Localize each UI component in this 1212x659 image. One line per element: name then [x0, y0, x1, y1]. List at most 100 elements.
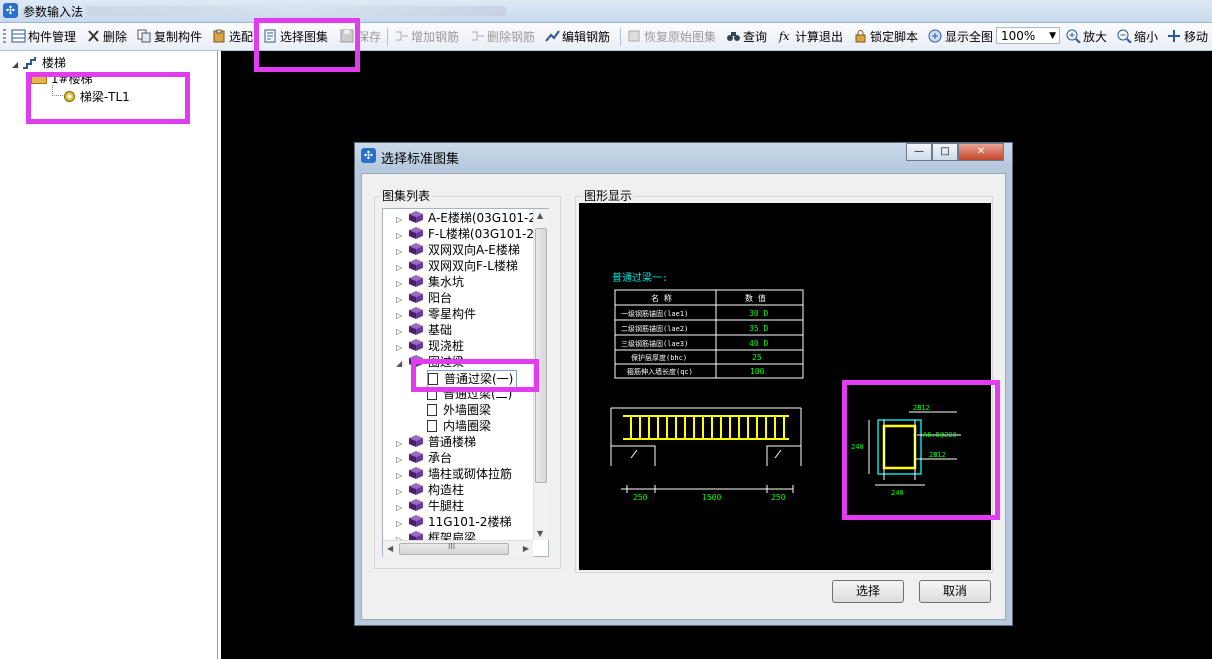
scroll-down-icon[interactable]: ▼: [537, 529, 543, 538]
book-icon: [408, 211, 424, 223]
add-rebar-icon: [394, 29, 409, 43]
delete-rebar-button[interactable]: 删除钢筋: [470, 28, 535, 46]
delete-button[interactable]: 删除: [86, 28, 127, 46]
scroll-up-icon[interactable]: ▲: [537, 211, 543, 220]
book-icon: [408, 499, 424, 511]
query-button[interactable]: 查询: [726, 28, 767, 46]
edit-rebar-button[interactable]: 编辑钢筋: [545, 28, 610, 46]
list-item[interactable]: ▷ 现浇桩: [383, 338, 464, 354]
blurred-path: [86, 6, 506, 16]
table-header: 数 值: [745, 293, 766, 303]
scroll-thumb[interactable]: III: [399, 542, 509, 555]
book-icon: [408, 323, 424, 335]
list-item[interactable]: ▷ 11G101-2楼梯: [383, 514, 511, 530]
table-cell: 保护层厚度(bhc): [631, 353, 687, 362]
list-item[interactable]: ▷ 普通楼梯: [383, 434, 476, 450]
list-item[interactable]: ▷ F-L楼梯(03G101-2): [383, 226, 539, 242]
book-icon: [408, 467, 424, 479]
list-item[interactable]: ▷ 双网双向F-L楼梯: [383, 258, 518, 274]
component-manage-button[interactable]: 构件管理: [11, 28, 76, 46]
scroll-left-icon[interactable]: ◀: [387, 544, 393, 553]
copy-icon: [137, 29, 152, 43]
tree-root-stairs[interactable]: ◢ 楼梯: [12, 54, 66, 71]
highlight-list-selection: [411, 359, 539, 392]
list-item[interactable]: ▷ 墙柱或砌体拉筋: [383, 466, 512, 482]
book-icon: [408, 451, 424, 463]
move-icon: [1167, 29, 1182, 43]
book-icon: [408, 275, 424, 287]
stairs-icon: [22, 56, 38, 69]
lock-script-button[interactable]: 锁定脚本: [853, 28, 918, 46]
zoom-in-icon: [1066, 29, 1081, 44]
zoom-select[interactable]: 100% ▼: [996, 27, 1060, 44]
scroll-right-icon[interactable]: ▶: [523, 544, 529, 553]
collapse-icon: ◢: [12, 60, 19, 69]
toolbar-separator: [387, 28, 388, 46]
list-item[interactable]: ▷ 集水坑: [383, 274, 464, 290]
table-cell: 二级钢筋锚固(lae2): [621, 324, 688, 333]
list-item[interactable]: ▷ 双网双向A-E楼梯: [383, 242, 520, 258]
book-icon: [408, 515, 424, 527]
book-icon: [408, 243, 424, 255]
select-button[interactable]: 选择: [832, 580, 904, 603]
table-cell: 35 D: [749, 324, 768, 333]
table-icon: [11, 29, 26, 43]
list-item[interactable]: ▷ 牛腿柱: [383, 498, 464, 514]
move-button[interactable]: 移动: [1167, 28, 1208, 46]
list-item[interactable]: ▷ 构造柱: [383, 482, 464, 498]
list-item[interactable]: ▷ A-E楼梯(03G101-2): [383, 210, 541, 226]
table-cell: 25: [752, 353, 762, 362]
zoom-fit-icon: [928, 29, 943, 43]
document-icon: [427, 420, 437, 432]
function-icon: fx: [778, 29, 793, 43]
list-item[interactable]: ▷ 承台: [383, 450, 452, 466]
toolbar-grip[interactable]: [3, 29, 6, 45]
app-icon: ✣: [3, 3, 18, 18]
book-icon: [408, 435, 424, 447]
book-icon: [408, 227, 424, 239]
zoom-out-button[interactable]: 缩小: [1117, 28, 1158, 46]
list-item[interactable]: 内墙圈梁: [427, 418, 491, 434]
copy-component-button[interactable]: 复制构件: [137, 28, 202, 46]
window-title: 参数输入法: [23, 5, 84, 19]
list-item[interactable]: 外墙圈梁: [427, 402, 491, 418]
dimension-label: 1500: [702, 493, 721, 502]
x-icon: [86, 29, 101, 43]
list-item[interactable]: ▷ 阳台: [383, 290, 452, 306]
clipboard-icon: [212, 29, 227, 43]
highlight-select-atlas: [254, 18, 360, 72]
restore-atlas-button[interactable]: 恢复原始图集: [627, 28, 716, 46]
atlas-list-label: 图集列表: [380, 187, 433, 204]
add-rebar-button[interactable]: 增加钢筋: [394, 28, 459, 46]
window-title-bar: ✣ 参数输入法: [0, 0, 1212, 23]
zoom-in-button[interactable]: 放大: [1066, 28, 1107, 46]
list-item[interactable]: ▷ 零星构件: [383, 306, 476, 322]
preview-label: 图形显示: [582, 187, 635, 204]
calculate-exit-button[interactable]: fx 计算退出: [778, 28, 843, 46]
cancel-button[interactable]: 取消: [919, 580, 991, 603]
book-icon: [408, 307, 424, 319]
scroll-thumb[interactable]: [535, 228, 547, 483]
list-horizontal-scrollbar[interactable]: ◀ III ▶: [383, 540, 533, 557]
param-table: [614, 289, 804, 379]
dimension-label: 250: [771, 493, 786, 502]
drawing-title: 普通过梁一:: [612, 271, 668, 284]
highlight-tree-leaf: [26, 72, 190, 124]
document-icon: [427, 404, 437, 416]
match-button[interactable]: 选配: [212, 28, 253, 46]
table-cell: 箍筋伸入墙长度(qc): [627, 367, 693, 376]
close-button[interactable]: ✕: [958, 143, 1004, 161]
minimize-button[interactable]: —: [906, 143, 932, 161]
dialog-title-bar[interactable]: ✣ 选择标准图集 — □ ✕: [355, 143, 1012, 169]
restore-icon: [627, 29, 642, 43]
book-icon: [408, 259, 424, 271]
book-icon: [408, 483, 424, 495]
highlight-section: [842, 380, 1000, 520]
dialog-title: 选择标准图集: [381, 152, 460, 167]
list-item[interactable]: ▷ 基础: [383, 322, 452, 338]
table-cell: 30 D: [749, 309, 768, 318]
dropdown-arrow-icon: ▼: [1049, 31, 1056, 41]
maximize-button[interactable]: □: [932, 143, 958, 161]
show-all-button[interactable]: 显示全图: [928, 28, 993, 46]
window-buttons: — □ ✕: [906, 143, 1006, 162]
